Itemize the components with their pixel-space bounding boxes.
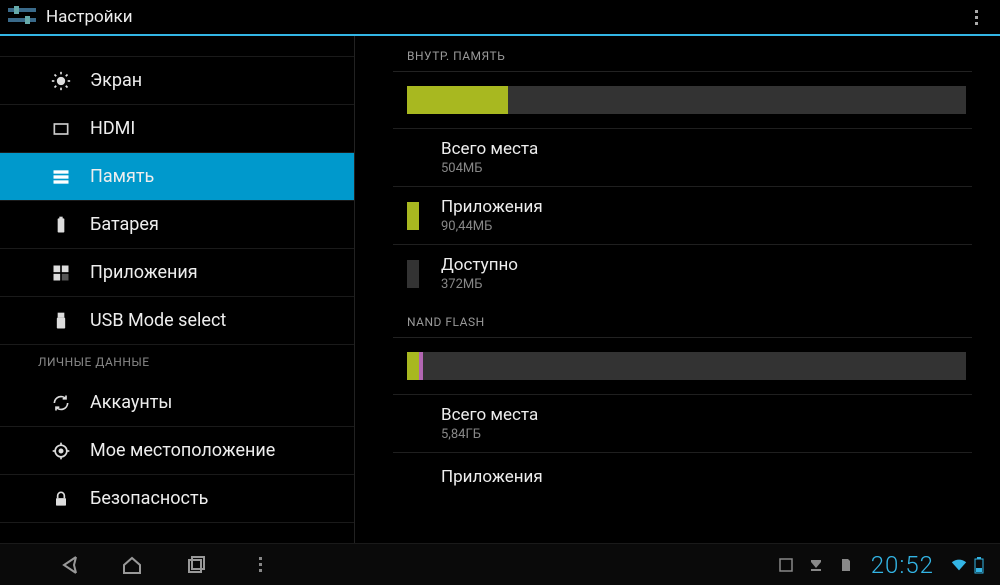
sidebar-section-personal: ЛИЧНЫЕ ДАННЫЕ — [0, 345, 354, 379]
row-title: Доступно — [441, 255, 518, 275]
bar-segment-a — [407, 352, 419, 380]
internal-storage-bar — [407, 86, 966, 114]
internal-storage-bar-container — [393, 72, 972, 128]
display-icon — [50, 70, 72, 92]
nand-storage-header: NAND FLASH — [393, 302, 972, 338]
battery-status-icon — [970, 556, 988, 574]
sidebar-item-truncated[interactable] — [0, 36, 354, 57]
app-header: Настройки — [0, 0, 1000, 36]
nav-menu-button[interactable] — [247, 552, 273, 578]
bar-segment-b — [419, 352, 423, 380]
storage-row-total[interactable]: Всего места 504МБ — [393, 128, 972, 186]
apps-icon — [50, 262, 72, 284]
internal-storage-header: ВНУТР. ПАМЯТЬ — [393, 36, 972, 72]
download-icon[interactable] — [807, 556, 825, 574]
storage-row-apps[interactable]: Приложения 90,44МБ — [393, 186, 972, 244]
row-title: Приложения — [441, 467, 543, 487]
overflow-menu-button[interactable] — [961, 2, 992, 33]
sidebar-item-accounts[interactable]: Аккаунты — [0, 379, 354, 427]
row-sub: 5,84ГБ — [441, 427, 538, 442]
row-title: Приложения — [441, 197, 543, 217]
row-sub: 372МБ — [441, 277, 518, 292]
sidebar-item-label: Безопасность — [90, 488, 208, 509]
home-button[interactable] — [119, 552, 145, 578]
row-sub: 90,44МБ — [441, 219, 543, 234]
row-title: Всего места — [441, 139, 538, 159]
nand-storage-bar — [407, 352, 966, 380]
nand-storage-bar-container — [393, 338, 972, 394]
sidebar-item-security[interactable]: Безопасность — [0, 475, 354, 523]
status-clock[interactable]: 20:52 — [871, 551, 934, 579]
sidebar-item-display[interactable]: Экран — [0, 57, 354, 105]
back-button[interactable] — [55, 552, 81, 578]
sidebar-item-label: Приложения — [90, 262, 198, 283]
usb-icon — [50, 310, 72, 332]
system-navbar: 20:52 — [0, 543, 1000, 585]
sd-icon[interactable] — [837, 556, 855, 574]
sidebar-item-storage[interactable]: Память — [0, 153, 354, 201]
sidebar-item-hdmi[interactable]: HDMI — [0, 105, 354, 153]
sidebar-item-label: Экран — [90, 70, 142, 91]
row-sub: 504МБ — [441, 161, 538, 176]
nand-row-apps[interactable]: Приложения — [393, 452, 972, 491]
sync-icon — [50, 392, 72, 414]
recents-button[interactable] — [183, 552, 209, 578]
swatch-available — [407, 260, 419, 288]
settings-icon — [8, 6, 36, 28]
sidebar-item-label: HDMI — [90, 118, 135, 139]
sidebar-item-label: Аккаунты — [90, 392, 172, 413]
row-title: Всего места — [441, 405, 538, 425]
status-icons[interactable] — [950, 556, 988, 574]
storage-icon — [50, 166, 72, 188]
sidebar-item-usb[interactable]: USB Mode select — [0, 297, 354, 345]
lock-icon — [50, 488, 72, 510]
nand-row-total[interactable]: Всего места 5,84ГБ — [393, 394, 972, 452]
sidebar-item-location[interactable]: Мое местоположение — [0, 427, 354, 475]
swatch-apps — [407, 202, 419, 230]
page-title: Настройки — [46, 7, 133, 27]
sidebar-item-label: Память — [90, 166, 154, 187]
storage-panel: ВНУТР. ПАМЯТЬ Всего места 504МБ Приложен… — [355, 36, 1000, 543]
battery-icon — [50, 214, 72, 236]
sidebar-item-apps[interactable]: Приложения — [0, 249, 354, 297]
sidebar-item-label: Мое местоположение — [90, 440, 275, 461]
bar-segment-apps — [407, 86, 508, 114]
sidebar-item-label: Батарея — [90, 214, 159, 235]
wifi-icon — [950, 556, 968, 574]
settings-sidebar: Экран HDMI Память Батарея Приложения — [0, 36, 355, 543]
screenshot-icon[interactable] — [777, 556, 795, 574]
storage-row-available[interactable]: Доступно 372МБ — [393, 244, 972, 302]
hdmi-icon — [50, 118, 72, 140]
sidebar-item-battery[interactable]: Батарея — [0, 201, 354, 249]
location-icon — [50, 440, 72, 462]
sidebar-item-label: USB Mode select — [90, 310, 226, 331]
